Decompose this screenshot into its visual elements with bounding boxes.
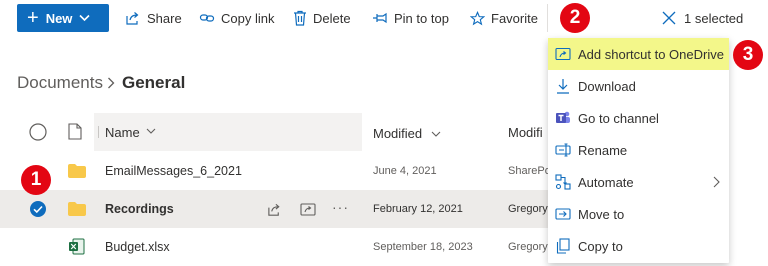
chevron-down-icon xyxy=(431,131,440,137)
menu-item-rename[interactable]: Rename xyxy=(548,134,729,166)
download-icon xyxy=(555,78,571,94)
menu-item-go-to-channel[interactable]: Go to channel xyxy=(548,102,729,134)
menu-item-automate[interactable]: Automate xyxy=(548,166,729,198)
menu-item-label: Rename xyxy=(578,142,628,158)
toolbar-divider xyxy=(547,4,548,32)
list-header: Name Modified Modifi xyxy=(0,113,548,151)
chevron-right-icon xyxy=(713,176,720,188)
favorite-label: Favorite xyxy=(491,10,538,26)
context-menu: Add shortcut to OneDrive Download Go to … xyxy=(548,38,729,263)
new-button[interactable]: + New xyxy=(17,4,109,32)
menu-item-label: Add shortcut to OneDrive xyxy=(578,46,724,62)
share-icon[interactable] xyxy=(267,202,282,217)
new-button-label: New xyxy=(45,10,73,26)
folder-icon xyxy=(68,202,86,216)
pin-to-top-label: Pin to top xyxy=(394,10,449,26)
modified-column-label: Modified xyxy=(373,126,423,141)
favorite-button[interactable]: Favorite xyxy=(470,9,538,27)
shortcut-icon xyxy=(555,46,571,62)
menu-item-label: Download xyxy=(578,78,636,94)
chevron-down-icon xyxy=(146,128,156,134)
modified-column-header[interactable]: Modified xyxy=(373,125,441,143)
trash-icon xyxy=(294,10,306,26)
automate-icon xyxy=(555,174,571,190)
delete-button[interactable]: Delete xyxy=(293,9,351,27)
menu-item-label: Copy to xyxy=(578,238,623,254)
row-modified: June 4, 2021 xyxy=(373,165,437,177)
breadcrumb-current: General xyxy=(122,73,186,92)
move-icon xyxy=(555,206,571,222)
chevron-down-icon xyxy=(79,14,90,22)
shortcut-icon[interactable] xyxy=(300,202,316,217)
row-checkbox-checked[interactable] xyxy=(29,200,47,218)
share-label: Share xyxy=(147,10,182,26)
menu-item-label: Automate xyxy=(578,174,634,190)
callout-badge-1: 1 xyxy=(21,165,51,195)
breadcrumb-root[interactable]: Documents xyxy=(17,73,103,93)
modified-by-column-label[interactable]: Modifi xyxy=(508,125,543,140)
command-bar: + New Share Copy link Delete Pin to top … xyxy=(0,0,768,38)
copy-link-label: Copy link xyxy=(221,10,275,26)
pin-to-top-button[interactable]: Pin to top xyxy=(372,9,449,27)
row-name[interactable]: Recordings xyxy=(105,202,174,216)
share-button[interactable]: Share xyxy=(125,9,182,27)
rename-icon xyxy=(555,142,571,158)
chevron-right-icon xyxy=(108,77,115,89)
link-icon xyxy=(199,14,215,22)
delete-label: Delete xyxy=(313,10,351,26)
star-icon xyxy=(470,10,485,25)
plus-icon: + xyxy=(27,7,39,29)
close-icon xyxy=(662,11,676,25)
menu-item-add-shortcut[interactable]: Add shortcut to OneDrive xyxy=(548,38,729,70)
name-column-label: Name xyxy=(105,125,140,140)
menu-item-label: Go to channel xyxy=(578,110,659,126)
clear-selection-button[interactable]: 1 selected xyxy=(662,9,743,27)
row-modified: February 12, 2021 xyxy=(373,203,463,215)
excel-file-icon xyxy=(69,238,85,255)
menu-item-move-to[interactable]: Move to xyxy=(548,198,729,230)
selected-count: 1 selected xyxy=(684,10,744,26)
column-resize-handle[interactable] xyxy=(98,126,99,138)
row-name[interactable]: EmailMessages_6_2021 xyxy=(105,164,242,178)
table-row[interactable]: Budget.xlsx September 18, 2023 Gregory xyxy=(0,228,548,266)
file-type-icon[interactable] xyxy=(68,123,82,140)
row-modified-by: Gregory xyxy=(508,203,548,215)
menu-item-label: Move to xyxy=(578,206,625,222)
copy-link-button[interactable]: Copy link xyxy=(199,9,274,27)
more-options-icon[interactable]: ··· xyxy=(332,199,349,215)
row-name[interactable]: Budget.xlsx xyxy=(105,240,170,254)
select-all-checkbox[interactable] xyxy=(29,123,47,141)
row-modified-by: SharePoi xyxy=(508,165,554,177)
teams-icon xyxy=(555,110,571,126)
callout-badge-3: 3 xyxy=(733,40,763,70)
callout-badge-2: 2 xyxy=(560,3,590,33)
row-modified-by: Gregory xyxy=(508,241,548,253)
table-row[interactable]: EmailMessages_6_2021 June 4, 2021 ShareP… xyxy=(0,152,553,190)
table-row-selected[interactable]: Recordings ··· February 12, 2021 Gregory xyxy=(0,190,548,228)
folder-icon xyxy=(68,164,86,178)
pin-icon xyxy=(373,12,387,24)
copy-icon xyxy=(555,238,571,254)
name-column-header[interactable]: Name xyxy=(94,113,362,151)
row-modified: September 18, 2023 xyxy=(373,241,473,253)
menu-item-copy-to[interactable]: Copy to xyxy=(548,230,729,262)
share-icon xyxy=(126,12,139,25)
menu-item-download[interactable]: Download xyxy=(548,70,729,102)
